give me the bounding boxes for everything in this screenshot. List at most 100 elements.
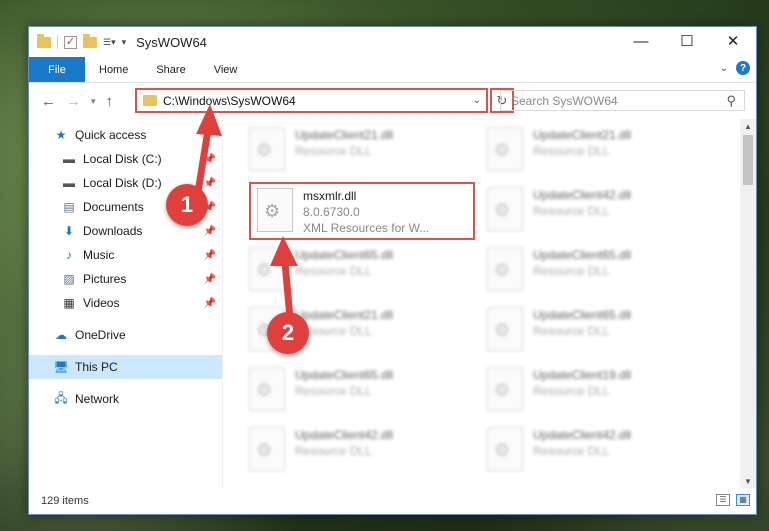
file-name: UpdateClient65.dll (533, 248, 632, 262)
search-icon[interactable]: ⚲ (726, 93, 736, 109)
dll-file-icon (249, 427, 285, 471)
address-path[interactable]: C:\Windows\SysWOW64 (163, 94, 468, 108)
file-item[interactable]: UpdateClient19.dll Resource DLL (487, 365, 715, 419)
sidebar-item-music[interactable]: ♪ Music 📌 (29, 243, 222, 267)
sidebar-item-label: Videos (83, 296, 120, 310)
maximize-button[interactable]: ☐ (664, 27, 710, 55)
tiles-view-icon[interactable]: ▦ (736, 494, 750, 506)
scroll-down-icon[interactable]: ▼ (740, 474, 756, 488)
file-description: Resource DLL (295, 144, 372, 158)
body-area: ★ Quick access ▬ Local Disk (C:) 📌 ▬ Loc… (29, 119, 756, 488)
file-description: Resource DLL (295, 384, 372, 398)
up-arrow-icon[interactable]: ↑ (106, 93, 114, 110)
file-item[interactable]: UpdateClient42.dll Resource DLL (487, 425, 715, 479)
sidebar-item-this-pc[interactable]: 🖥 This PC (29, 355, 222, 379)
step-badge-1: 1 (166, 184, 208, 226)
file-name: UpdateClient65.dll (295, 368, 394, 382)
tab-view[interactable]: View (200, 57, 252, 82)
tab-share[interactable]: Share (142, 57, 199, 82)
search-input[interactable]: Search SysWOW64 ⚲ (500, 90, 745, 111)
dll-file-icon (487, 247, 523, 291)
pin-icon[interactable]: 📌 (204, 250, 216, 261)
sidebar-item-network[interactable]: 🖧 Network (29, 387, 222, 411)
file-item[interactable]: UpdateClient21.dll Resource DLL (487, 125, 715, 179)
tab-file[interactable]: File (29, 57, 85, 82)
sidebar-item-label: Local Disk (D:) (83, 176, 162, 190)
sidebar-item-label: Network (75, 392, 120, 406)
expand-ribbon-icon[interactable]: ⌄ (720, 63, 728, 74)
dll-file-icon (487, 307, 523, 351)
sidebar-item-label: Pictures (83, 272, 127, 286)
navigation-buttons: ← → ▾ ↑ (29, 93, 113, 110)
details-view-icon[interactable]: ☰ (716, 494, 730, 506)
sidebar-item-quick-access[interactable]: ★ Quick access (29, 123, 222, 147)
file-description: Resource DLL (533, 444, 610, 458)
cloud-icon: ☁ (55, 328, 67, 342)
divider (57, 35, 58, 49)
forward-arrow-icon[interactable]: → (66, 93, 81, 110)
dll-file-icon (487, 127, 523, 171)
file-item[interactable]: UpdateClient65.dll Resource DLL (249, 365, 477, 419)
window-title: SysWOW64 (136, 34, 207, 50)
customize-toolbar-icon[interactable]: ☰▾ (103, 37, 116, 48)
sidebar-item-label: This PC (75, 360, 118, 374)
back-arrow-icon[interactable]: ← (41, 93, 56, 110)
tab-home[interactable]: Home (85, 57, 142, 82)
sidebar-item-label: Documents (83, 200, 144, 214)
music-icon: ♪ (66, 248, 72, 262)
sidebar-item-pictures[interactable]: ▨ Pictures 📌 (29, 267, 222, 291)
address-dropdown-icon[interactable]: ⌄ (468, 95, 486, 106)
downloads-icon: ⬇ (63, 224, 75, 238)
file-item[interactable]: UpdateClient42.dll Resource DLL (249, 425, 477, 479)
folder-icon (143, 95, 157, 106)
network-icon: 🖧 (54, 390, 68, 405)
dll-file-icon (249, 367, 285, 411)
scrollbar-thumb[interactable] (743, 135, 753, 185)
pin-icon[interactable]: 📌 (204, 274, 216, 285)
file-item[interactable]: UpdateClient65.dll Resource DLL (487, 305, 715, 359)
pin-icon[interactable]: 📌 (204, 154, 216, 165)
file-name: UpdateClient19.dll (533, 368, 632, 382)
new-folder-icon[interactable] (83, 33, 97, 48)
folder-icon (37, 33, 51, 48)
pictures-icon: ▨ (63, 272, 75, 286)
file-description: Resource DLL (533, 204, 610, 218)
file-description: Resource DLL (295, 444, 372, 458)
file-item-msxmlr[interactable]: msxmlr.dll 8.0.6730.0 XML Resources for … (249, 182, 475, 240)
dll-file-icon (487, 427, 523, 471)
address-bar[interactable]: C:\Windows\SysWOW64 ⌄ (135, 88, 488, 113)
file-item[interactable]: UpdateClient65.dll Resource DLL (249, 245, 477, 299)
pin-icon[interactable]: 📌 (204, 178, 216, 189)
scroll-up-icon[interactable]: ▲ (740, 119, 756, 133)
file-name: UpdateClient65.dll (533, 308, 632, 322)
pin-icon[interactable]: 📌 (204, 226, 216, 237)
sidebar-item-local-disk-c[interactable]: ▬ Local Disk (C:) 📌 (29, 147, 222, 171)
file-description: Resource DLL (295, 264, 372, 278)
help-icon[interactable]: ? (736, 61, 750, 75)
file-item[interactable]: UpdateClient65.dll Resource DLL (487, 245, 715, 299)
vertical-scrollbar[interactable]: ▲ ▼ (740, 119, 756, 488)
close-button[interactable]: ✕ (710, 27, 756, 55)
properties-icon[interactable]: ✓ (64, 35, 77, 49)
file-description: Resource DLL (533, 144, 610, 158)
drive-icon: ▬ (63, 176, 75, 190)
toolbar-dropdown-icon[interactable]: ▾ (122, 37, 127, 48)
ribbon-tabs: File Home Share View ⌄ ? (29, 57, 756, 83)
file-name: UpdateClient21.dll (295, 308, 394, 322)
sidebar-item-label: Downloads (83, 224, 143, 238)
file-description: XML Resources for W... (303, 221, 430, 235)
sidebar-item-onedrive[interactable]: ☁ OneDrive (29, 323, 222, 347)
sidebar-item-videos[interactable]: ▦ Videos 📌 (29, 291, 222, 315)
file-name: UpdateClient65.dll (295, 248, 394, 262)
drive-icon: ▬ (63, 152, 75, 166)
pin-icon[interactable]: 📌 (204, 298, 216, 309)
minimize-button[interactable]: — (618, 27, 664, 55)
item-count: 129 items (41, 495, 89, 507)
file-description: Resource DLL (533, 324, 610, 338)
status-bar: 129 items ☰ ▦ (29, 488, 756, 514)
file-item[interactable]: UpdateClient21.dll Resource DLL (249, 125, 477, 179)
file-name: UpdateClient21.dll (533, 128, 632, 142)
recent-locations-icon[interactable]: ▾ (91, 96, 96, 107)
file-item[interactable]: UpdateClient42.dll Resource DLL (487, 185, 715, 239)
divider (29, 315, 222, 323)
